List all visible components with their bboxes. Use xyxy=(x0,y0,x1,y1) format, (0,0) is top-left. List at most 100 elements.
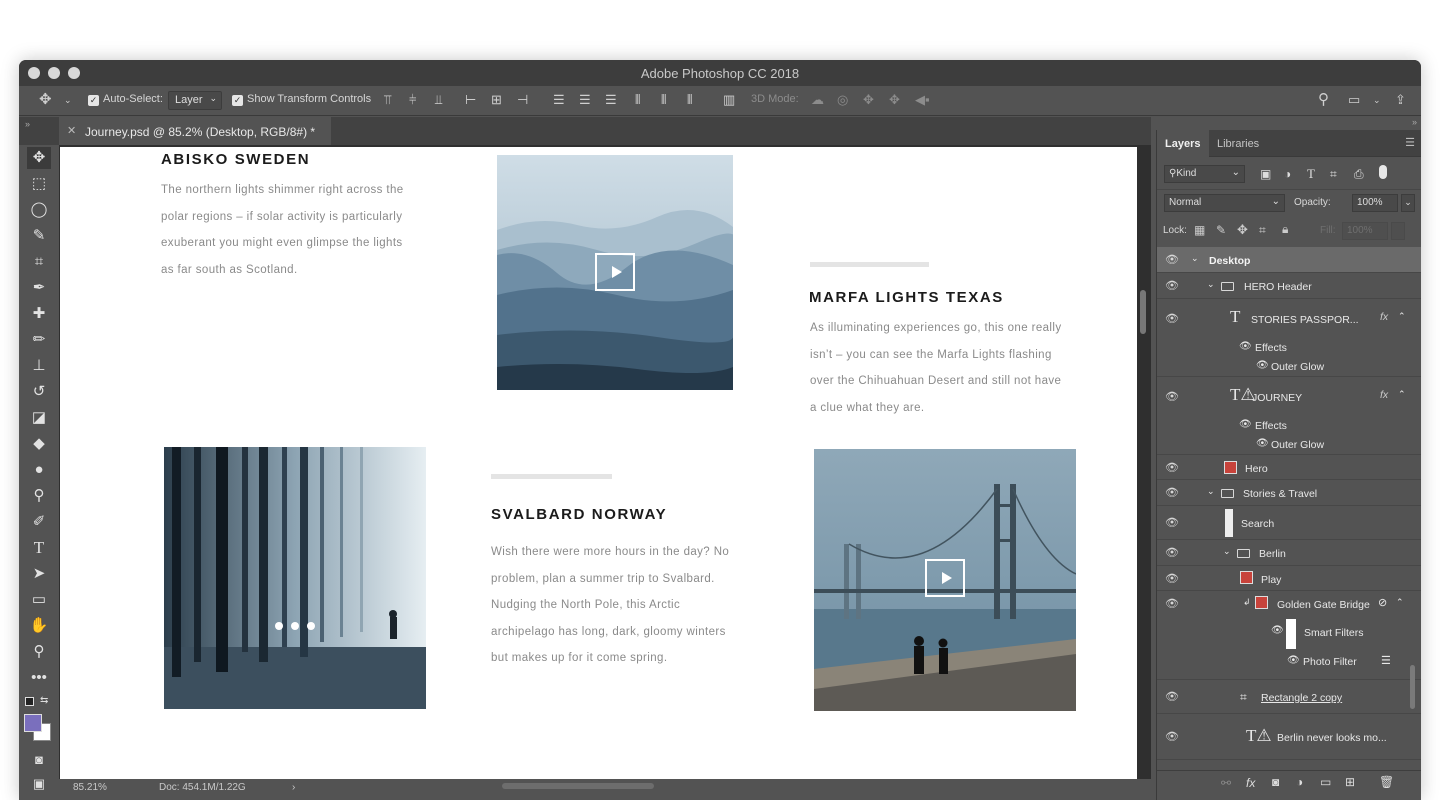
mountains-photo[interactable] xyxy=(497,155,733,390)
lock-all-icon[interactable]: 🔒︎ xyxy=(1282,222,1288,237)
panel-menu-icon[interactable]: ☰ xyxy=(1405,136,1415,149)
close-tab-icon[interactable]: ✕ xyxy=(67,124,76,137)
eye-icon[interactable]: 👁︎ xyxy=(1239,341,1252,352)
fx-badge[interactable]: fx xyxy=(1380,311,1388,323)
eraser-icon[interactable]: ◪ xyxy=(27,407,51,429)
filter-adjustment-icon[interactable]: ◑ xyxy=(1284,167,1291,181)
distribute-right-icon[interactable]: ⫴ xyxy=(687,92,692,108)
zoom-level[interactable]: 85.21% xyxy=(73,782,107,793)
quick-mask-icon[interactable]: ◙ xyxy=(27,749,51,771)
artboard-desktop[interactable]: ABISKO SWEDEN The northern lights shimme… xyxy=(60,147,1137,779)
kind-filter-dropdown[interactable]: ⚲Kind ⌄ xyxy=(1164,165,1245,183)
blur-icon[interactable]: ● xyxy=(27,459,51,481)
align-right-icon[interactable]: ⊣ xyxy=(517,92,528,108)
bucket-icon[interactable]: ◆ xyxy=(27,433,51,455)
search-icon[interactable]: ⚲ xyxy=(1318,90,1329,108)
layer-row[interactable]: 👁︎ T⚠ Berlin never looks mo... xyxy=(1157,714,1421,760)
chevron-down-icon[interactable]: ⌄ xyxy=(1207,279,1215,290)
distribute-bottom-icon[interactable]: ☰ xyxy=(605,92,617,108)
new-layer-icon[interactable]: ⊞ xyxy=(1345,775,1355,789)
tab-layers[interactable]: Layers xyxy=(1157,130,1209,157)
align-hcenter-icon[interactable]: ⊞ xyxy=(491,92,502,108)
layer-row[interactable]: 👁︎ ↲ Golden Gate Bridge ⊘ ⌃ 👁︎ Smart Fil… xyxy=(1157,591,1421,680)
distribute-hcenter-icon[interactable]: ⫴ xyxy=(661,92,666,108)
filter-smart-object-icon[interactable]: ⎙ xyxy=(1354,167,1364,182)
align-bottom-icon[interactable]: ⫫ xyxy=(435,92,442,108)
link-layers-icon[interactable]: ⚯ xyxy=(1221,776,1231,790)
play-button[interactable] xyxy=(925,559,965,597)
new-group-icon[interactable]: ▭ xyxy=(1320,775,1331,789)
filter-shape-icon[interactable]: ⌗ xyxy=(1330,167,1337,182)
golden-gate-photo[interactable] xyxy=(814,449,1076,711)
3d-scale-icon[interactable]: ◀▪ xyxy=(915,92,930,108)
carousel-dot[interactable] xyxy=(307,622,315,630)
collapse-panels-icon[interactable]: » xyxy=(1412,117,1417,127)
eye-icon[interactable]: 👁︎ xyxy=(1165,390,1179,403)
adjustment-layer-icon[interactable]: ◑ xyxy=(1296,775,1303,789)
eye-icon[interactable]: 👁︎ xyxy=(1256,438,1269,449)
distribute-left-icon[interactable]: ⫴ xyxy=(635,92,640,108)
canvas-area[interactable]: ABISKO SWEDEN The northern lights shimme… xyxy=(59,145,1151,779)
swap-colors-icon[interactable]: ⇆ xyxy=(40,695,48,706)
stamp-icon[interactable]: ⊥ xyxy=(27,355,51,377)
rectangle-icon[interactable]: ▭ xyxy=(27,589,51,611)
dodge-icon[interactable]: ⚲ xyxy=(27,485,51,507)
opacity-slider-icon[interactable]: ⌄ xyxy=(1401,194,1415,212)
blend-mode-dropdown[interactable]: Normal ⌄ xyxy=(1164,194,1285,212)
share-icon[interactable]: ⇪ xyxy=(1395,92,1406,108)
pen-icon[interactable]: ✐ xyxy=(27,511,51,533)
fill-input[interactable]: 100% xyxy=(1342,222,1388,240)
chevron-up-icon[interactable]: ⌃ xyxy=(1398,311,1406,322)
layer-row[interactable]: 👁︎ ⌄ HERO Header xyxy=(1157,273,1421,299)
trash-icon[interactable]: 🗑︎ xyxy=(1379,775,1394,789)
chevron-up-icon[interactable]: ⌃ xyxy=(1398,389,1406,400)
move-icon[interactable]: ✥ xyxy=(27,147,51,169)
eye-icon[interactable]: 👁︎ xyxy=(1165,546,1179,559)
align-vcenter-icon[interactable]: ⫩ xyxy=(409,92,416,108)
quick-select-icon[interactable]: ✎ xyxy=(27,225,51,247)
layer-row[interactable]: 👁︎ T⚠ JOURNEY fx ⌃ 👁︎ Effects 👁︎ Outer G… xyxy=(1157,377,1421,455)
fill-slider-icon[interactable] xyxy=(1391,222,1405,240)
eye-icon[interactable]: 👁︎ xyxy=(1165,690,1179,703)
3d-orbit-icon[interactable]: ☁ xyxy=(811,92,824,108)
chevron-down-icon[interactable]: ⌄ xyxy=(1223,546,1231,557)
chevron-down-icon[interactable]: ⌄ xyxy=(1191,253,1199,264)
eye-icon[interactable]: 👁︎ xyxy=(1165,730,1179,743)
marquee-icon[interactable]: ⬚ xyxy=(27,173,51,195)
path-select-icon[interactable]: ➤ xyxy=(27,563,51,585)
layer-row[interactable]: 👁︎ Search xyxy=(1157,506,1421,540)
eyedropper-icon[interactable]: ✒ xyxy=(27,277,51,299)
filter-type-icon[interactable]: T xyxy=(1307,166,1315,182)
distribute-top-icon[interactable]: ☰ xyxy=(553,92,565,108)
3d-pan-icon[interactable]: ✥ xyxy=(863,92,874,108)
more-icon[interactable]: ••• xyxy=(27,667,51,689)
collapse-toolbar-icon[interactable]: » xyxy=(25,119,30,129)
align-left-icon[interactable]: ⊢ xyxy=(465,92,476,108)
foreground-color-swatch[interactable] xyxy=(24,714,42,732)
layer-row[interactable]: 👁︎ Hero xyxy=(1157,455,1421,480)
eye-icon[interactable]: 👁︎ xyxy=(1165,461,1179,474)
auto-select-checkbox[interactable]: ✓ xyxy=(88,93,99,106)
doc-size[interactable]: Doc: 454.1M/1.22G xyxy=(159,782,246,793)
canvas-vertical-scrollbar[interactable] xyxy=(1140,290,1146,334)
lock-position-icon[interactable]: ✥ xyxy=(1237,222,1248,238)
add-mask-icon[interactable]: ◙ xyxy=(1272,775,1279,789)
eye-icon[interactable]: 👁︎ xyxy=(1239,419,1252,430)
default-colors-icon[interactable] xyxy=(25,697,34,706)
opacity-input[interactable]: 100% xyxy=(1352,194,1398,212)
auto-align-icon[interactable]: ▥ xyxy=(723,92,735,108)
chevron-down-icon[interactable]: ⌄ xyxy=(1373,95,1381,106)
eye-icon[interactable]: 👁︎ xyxy=(1165,572,1179,585)
layer-row[interactable]: 👁︎ ⌄ Berlin xyxy=(1157,540,1421,566)
align-top-icon[interactable]: ⫪ xyxy=(384,92,391,108)
document-tab[interactable]: ✕ Journey.psd @ 85.2% (Desktop, RGB/8#) … xyxy=(59,117,331,145)
layer-row[interactable]: 👁︎ Play xyxy=(1157,566,1421,591)
lock-pixels-icon[interactable]: ✎ xyxy=(1216,223,1226,237)
eye-icon[interactable]: 👁︎ xyxy=(1256,360,1269,371)
carousel-dot[interactable] xyxy=(291,622,299,630)
filter-options-icon[interactable]: ☰ xyxy=(1381,654,1391,667)
eye-icon[interactable]: 👁︎ xyxy=(1165,253,1179,266)
eye-icon[interactable]: 👁︎ xyxy=(1165,516,1179,529)
3d-roll-icon[interactable]: ◎ xyxy=(837,92,848,108)
layers-list[interactable]: 👁︎ ⌄ Desktop 👁︎ ⌄ HERO Header 👁︎ T STORI… xyxy=(1157,247,1421,770)
